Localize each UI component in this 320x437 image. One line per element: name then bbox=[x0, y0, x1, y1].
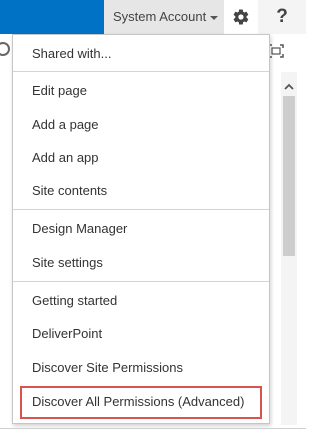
account-name: System Account bbox=[113, 9, 207, 24]
menu-item-getting-started[interactable]: Getting started bbox=[21, 286, 261, 316]
menu-item-add-a-page[interactable]: Add a page bbox=[21, 110, 261, 140]
menu-separator bbox=[13, 71, 269, 72]
chevron-up-icon bbox=[284, 83, 294, 90]
help-icon: ? bbox=[276, 6, 288, 27]
menu-separator bbox=[13, 209, 269, 210]
scroll-up-button[interactable] bbox=[281, 80, 297, 94]
menu-item-deliverpoint[interactable]: DeliverPoint bbox=[21, 319, 261, 349]
help-button[interactable]: ? bbox=[258, 0, 306, 34]
account-menu-button[interactable]: System Account bbox=[104, 0, 224, 34]
gear-icon bbox=[233, 9, 249, 25]
sync-icon[interactable] bbox=[0, 42, 10, 56]
vertical-scrollbar[interactable] bbox=[281, 72, 297, 425]
menu-item-discover-site-permissions[interactable]: Discover Site Permissions bbox=[21, 353, 261, 383]
menu-item-site-contents[interactable]: Site contents bbox=[21, 176, 261, 206]
settings-button[interactable] bbox=[224, 0, 258, 34]
focus-on-content-icon bbox=[268, 44, 284, 58]
highlight-box bbox=[20, 386, 262, 419]
chevron-down-icon bbox=[210, 15, 219, 20]
menu-item-site-settings[interactable]: Site settings bbox=[21, 248, 261, 278]
scroll-thumb[interactable] bbox=[283, 96, 295, 256]
menu-item-shared-with[interactable]: Shared with... bbox=[21, 39, 261, 69]
menu-item-edit-page[interactable]: Edit page bbox=[21, 76, 261, 106]
settings-dropdown-menu: Shared with... Edit page Add a page Add … bbox=[12, 34, 270, 424]
menu-separator bbox=[13, 281, 269, 282]
menu-item-add-an-app[interactable]: Add an app bbox=[21, 143, 261, 173]
menu-item-design-manager[interactable]: Design Manager bbox=[21, 214, 261, 244]
window-border bbox=[0, 428, 306, 429]
